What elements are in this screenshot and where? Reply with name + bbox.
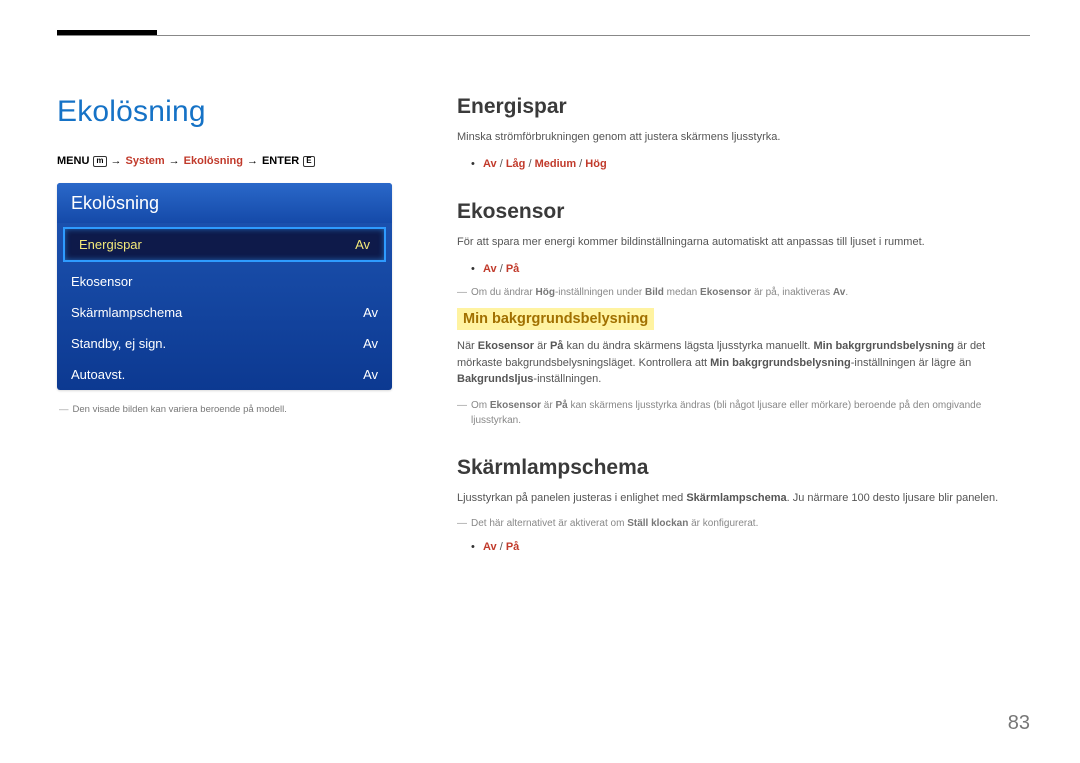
option-value: Av [483, 541, 497, 553]
p-ekosensor: För att spara mer energi kommer bildinst… [457, 234, 1030, 251]
osd-menu-row[interactable]: Standby, ej sign. Av [57, 328, 392, 359]
option-sep: / [525, 158, 534, 170]
osd-menu-row[interactable]: Skärmlampschema Av [57, 297, 392, 328]
page-title: Ekolösning [57, 95, 417, 129]
option-value: Medium [535, 158, 577, 170]
option-value: På [506, 263, 519, 275]
bc-ekolosning: Ekolösning [184, 155, 243, 167]
breadcrumb: MENU m → System → Ekolösning → ENTER E [57, 155, 417, 167]
h2-ekosensor: Ekosensor [457, 200, 1030, 224]
option-sep: / [497, 263, 506, 275]
option-sep: / [497, 541, 506, 553]
option-value: Av [483, 263, 497, 275]
osd-menu-row-value: Av [363, 367, 378, 382]
note-skarm: Det här alternativet är aktiverat om Stä… [457, 516, 1030, 531]
osd-menu-row-label: Standby, ej sign. [71, 336, 166, 351]
image-caption: Den visade bilden kan variera beroende p… [57, 404, 417, 415]
bc-system: System [126, 155, 165, 167]
osd-menu-row-value: Av [363, 305, 378, 320]
section-ekosensor: Ekosensor För att spara mer energi komme… [457, 200, 1030, 428]
bc-arrow: → [111, 155, 122, 167]
h2-energispar: Energispar [457, 95, 1030, 119]
note-ekosensor-2: Om Ekosensor är På kan skärmens ljusstyr… [457, 398, 1030, 428]
osd-menu-row-label: Ekosensor [71, 274, 132, 289]
menu-icon: m [93, 156, 106, 167]
h2-skarm: Skärmlampschema [457, 456, 1030, 480]
note-ekosensor-1: Om du ändrar Hög-inställningen under Bil… [457, 285, 1030, 300]
osd-menu-row-label: Energispar [79, 237, 142, 252]
osd-menu-title: Ekolösning [57, 183, 392, 223]
option-value: På [506, 541, 519, 553]
option-sep: / [576, 158, 585, 170]
p-energispar: Minska strömförbrukningen genom att just… [457, 129, 1030, 146]
opts-energispar: Av / Låg / Medium / Hög [457, 156, 1030, 173]
osd-menu-row-label: Skärmlampschema [71, 305, 182, 320]
bc-menu: MENU [57, 155, 89, 167]
h3-min-bakgrund: Min bakgrgrundsbelysning [457, 308, 654, 330]
enter-icon: E [303, 156, 314, 167]
opts-ekosensor: Av / På [457, 261, 1030, 278]
option-value: Av [483, 158, 497, 170]
p-skarm: Ljusstyrkan på panelen justeras i enligh… [457, 490, 1030, 507]
osd-menu-row[interactable]: Ekosensor [57, 266, 392, 297]
bc-arrow: → [169, 155, 180, 167]
bc-arrow: → [247, 155, 258, 167]
section-skarm: Skärmlampschema Ljusstyrkan på panelen j… [457, 456, 1030, 556]
option-sep: / [497, 158, 506, 170]
osd-menu-row-value: Av [363, 336, 378, 351]
osd-menu-row-value: Av [355, 237, 370, 252]
p-min-bakgrund: När Ekosensor är På kan du ändra skärmen… [457, 338, 1030, 388]
opts-skarm: Av / På [457, 539, 1030, 556]
page-header-rule [57, 35, 1030, 36]
osd-menu-row-label: Autoavst. [71, 367, 125, 382]
page-number: 83 [1008, 712, 1030, 735]
option-value: Hög [585, 158, 606, 170]
osd-menu-row[interactable]: Autoavst. Av [57, 359, 392, 390]
option-value: Låg [506, 158, 526, 170]
osd-menu: Ekolösning Energispar Av Ekosensor Skärmlam… [57, 183, 392, 390]
section-energispar: Energispar Minska strömförbrukningen gen… [457, 95, 1030, 172]
osd-menu-row[interactable]: Energispar Av [63, 227, 386, 262]
bc-enter: ENTER [262, 155, 299, 167]
